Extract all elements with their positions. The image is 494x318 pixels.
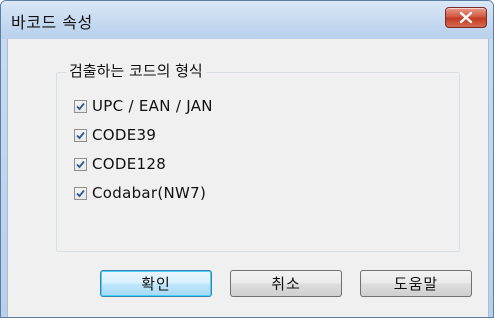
cancel-button[interactable]: 취소: [230, 270, 342, 297]
option-label: Codabar(NW7): [92, 184, 207, 202]
option-label: CODE39: [92, 126, 157, 144]
title-bar[interactable]: 바코드 속성: [1, 1, 493, 39]
window-title: 바코드 속성: [11, 13, 93, 32]
groupbox-title: 검출하는 코드의 형식: [66, 61, 206, 81]
checkbox-codabar[interactable]: [74, 186, 87, 200]
dialog-body: 검출하는 코드의 형식 UPC / EAN / JAN CODE39 CODE1…: [7, 39, 489, 317]
checkmark-icon: [76, 102, 85, 110]
option-code128[interactable]: CODE128: [74, 153, 166, 175]
close-icon: [459, 11, 473, 24]
checkbox-code39[interactable]: [74, 128, 87, 142]
checkmark-icon: [76, 160, 85, 168]
close-button[interactable]: [445, 7, 487, 28]
checkmark-icon: [76, 131, 85, 139]
ok-button[interactable]: 확인: [100, 270, 212, 297]
help-button[interactable]: 도움말: [360, 270, 472, 297]
checkmark-icon: [76, 189, 85, 197]
option-codabar[interactable]: Codabar(NW7): [74, 182, 206, 204]
checkbox-upc-ean-jan[interactable]: [74, 99, 87, 113]
option-upc-ean-jan[interactable]: UPC / EAN / JAN: [74, 95, 213, 117]
checkbox-code128[interactable]: [74, 157, 87, 171]
option-label: CODE128: [92, 155, 167, 173]
option-label: UPC / EAN / JAN: [92, 97, 213, 115]
dialog-window: 바코드 속성 검출하는 코드의 형식 UPC / EAN / JAN CODE3…: [0, 0, 494, 318]
dialog-bottom-edge: [8, 313, 488, 317]
option-code39[interactable]: CODE39: [74, 124, 156, 146]
